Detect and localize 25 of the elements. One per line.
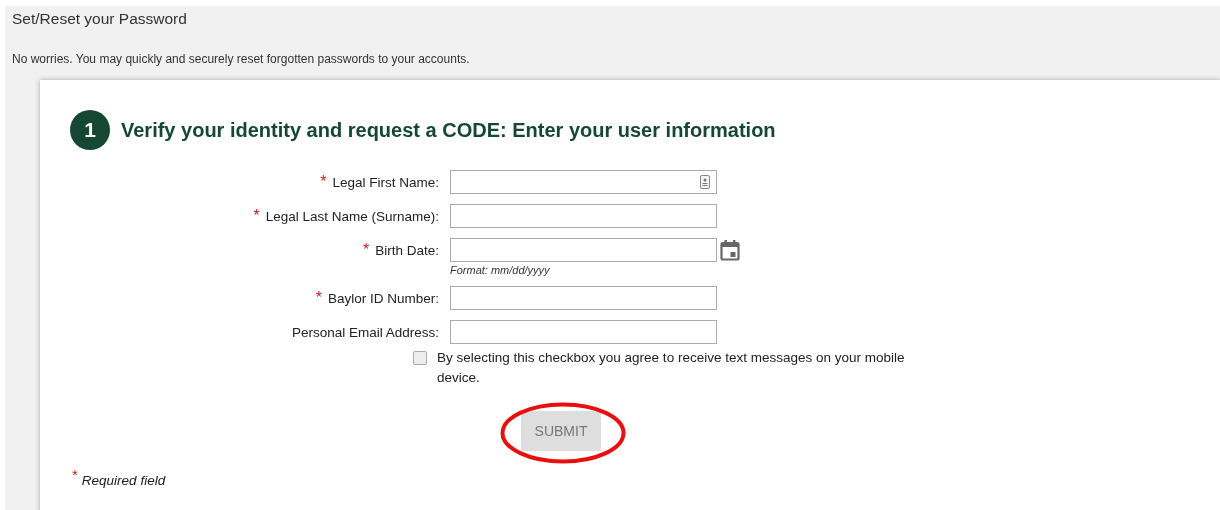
format-hint: Format: mm/dd/yyyy bbox=[450, 264, 551, 276]
input-field[interactable] bbox=[450, 320, 717, 344]
field-label: Legal First Name: bbox=[332, 174, 439, 190]
checkbox[interactable] bbox=[413, 351, 427, 365]
step-number-badge: 1 bbox=[70, 110, 110, 150]
field-label: Birth Date: bbox=[375, 242, 439, 258]
input-field[interactable] bbox=[450, 204, 717, 228]
field-label: Personal Email Address: bbox=[291, 324, 439, 340]
required-field-note: Required field bbox=[81, 473, 166, 488]
required-asterisk: * bbox=[363, 241, 370, 259]
consent-text: By selecting this checkbox you agree to receive text messages on your mobile device. bbox=[437, 349, 906, 387]
input-field[interactable] bbox=[450, 170, 717, 194]
required-asterisk: * bbox=[315, 289, 322, 307]
page-title: Set/Reset your Password bbox=[12, 10, 188, 28]
required-asterisk: * bbox=[72, 468, 78, 482]
field-label: Baylor ID Number: bbox=[327, 290, 439, 306]
required-asterisk: * bbox=[320, 173, 327, 191]
calendar-icon[interactable] bbox=[720, 239, 740, 261]
field-label: Legal Last Name (Surname): bbox=[265, 208, 439, 224]
page-description: No worries. You may quickly and securely reset forgotten passwords to your accounts. bbox=[12, 52, 471, 66]
date-field[interactable] bbox=[450, 238, 717, 262]
step-heading: Verify your identity and request a CODE: Enter your user information bbox=[121, 118, 776, 142]
input-field[interactable] bbox=[450, 286, 717, 310]
contact-card-icon bbox=[700, 175, 710, 189]
required-asterisk: * bbox=[253, 207, 260, 225]
